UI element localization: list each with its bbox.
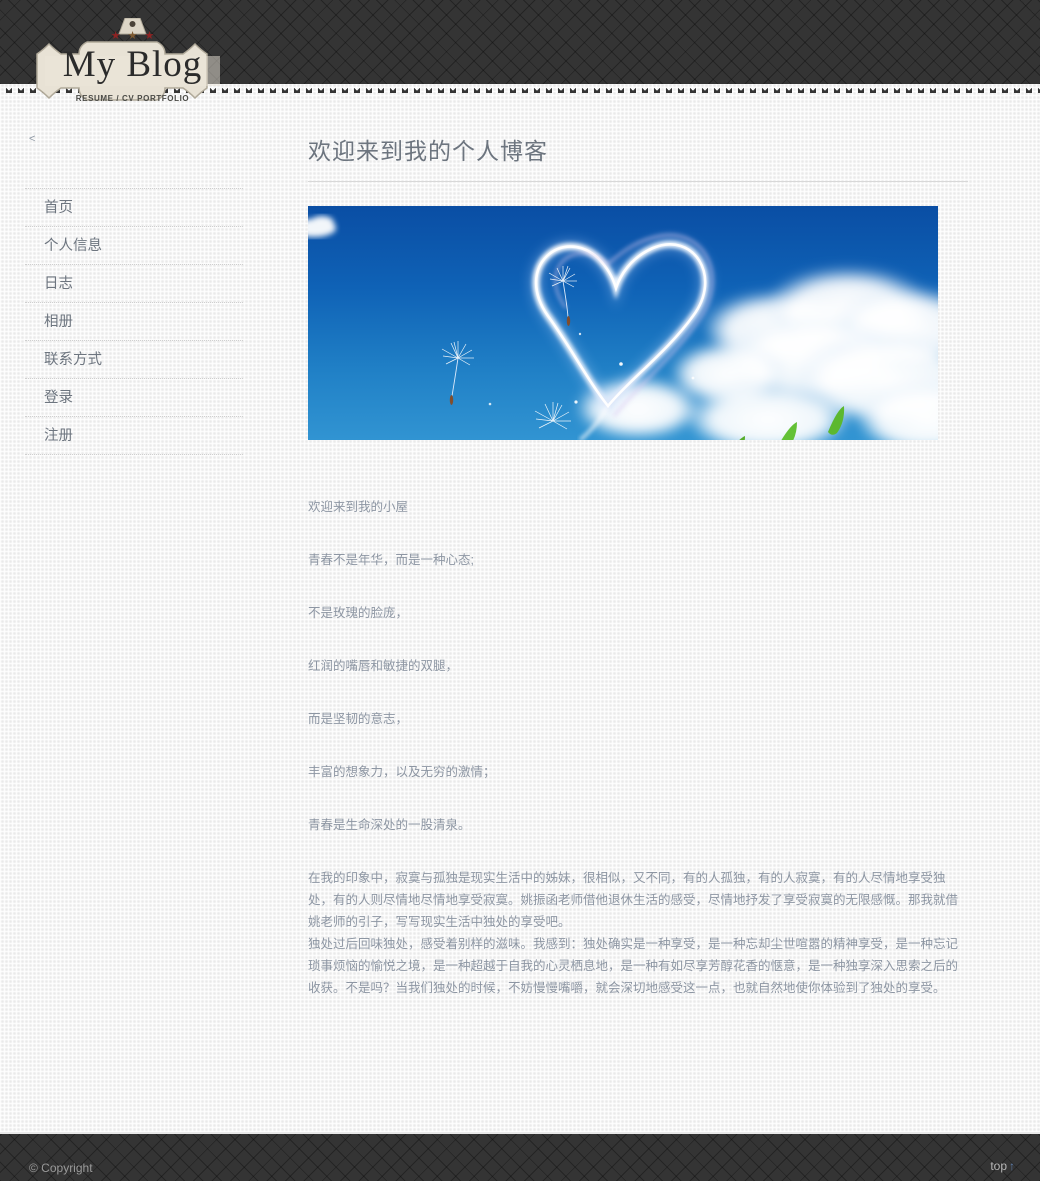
sidebar-item-album[interactable]: 相册	[25, 303, 243, 341]
sidebar-collapse-toggle[interactable]: <	[25, 132, 243, 148]
site-logo[interactable]: ★★★ My Blog RESUME / CV PORTFOLIO	[25, 18, 240, 113]
star-icon-right: ★	[144, 30, 162, 42]
sidebar-item-home[interactable]: 首页	[25, 189, 243, 227]
star-icon-left: ★	[110, 30, 128, 42]
back-to-top-label: top	[990, 1159, 1007, 1173]
article-body: 欢迎来到我的小屋 青春不是年华，而是一种心态; 不是玫瑰的脸庞， 红润的嘴唇和敏…	[308, 496, 968, 999]
footer-inner: © Copyright top ↑	[0, 1134, 1040, 1181]
sidebar-item-login[interactable]: 登录	[25, 379, 243, 417]
sidebar: < 首页 个人信息 日志 相册 联系方式 登录 注册	[25, 132, 243, 455]
article-paragraph: 欢迎来到我的小屋	[308, 500, 409, 514]
article-paragraph: 青春是生命深处的一股清泉。	[308, 818, 471, 832]
copyright-text: © Copyright	[29, 1161, 93, 1175]
arrow-up-icon: ↑	[1009, 1159, 1015, 1173]
page-body: < 首页 个人信息 日志 相册 联系方式 登录 注册 欢迎来到我的个人博客 欢迎…	[0, 84, 1040, 1132]
article-paragraph: 不是玫瑰的脸庞，	[308, 606, 409, 620]
logo-subtitle: RESUME / CV PORTFOLIO	[75, 94, 190, 103]
sidebar-item-profile[interactable]: 个人信息	[25, 227, 243, 265]
banner-image	[308, 206, 938, 440]
banner-artwork	[308, 206, 938, 440]
sidebar-nav: 首页 个人信息 日志 相册 联系方式 登录 注册	[25, 188, 243, 455]
site-header: ★★★ My Blog RESUME / CV PORTFOLIO	[0, 0, 1040, 103]
sidebar-item-contact[interactable]: 联系方式	[25, 341, 243, 379]
article-paragraph: 红润的嘴唇和敏捷的双腿，	[308, 659, 459, 673]
logo-title: My Blog	[62, 44, 203, 85]
sidebar-item-register[interactable]: 注册	[25, 417, 243, 455]
main-content: 欢迎来到我的个人博客 欢迎来到我的小屋 青春不是年华，而是一种心态; 不是玫瑰的…	[308, 132, 968, 999]
star-icon-middle: ★	[127, 30, 145, 42]
back-to-top-link[interactable]: top ↑	[990, 1159, 1015, 1173]
logo-stars: ★★★	[25, 31, 240, 42]
article-paragraph: 而是坚韧的意志，	[308, 712, 409, 726]
article-long-paragraph: 独处过后回味独处，感受着别样的滋味。我感到：独处确实是一种享受，是一种忘却尘世喧…	[308, 937, 959, 995]
article-long-paragraph: 在我的印象中，寂寞与孤独是现实生活中的姊妹，很相似，又不同，有的人孤独，有的人寂…	[308, 871, 959, 929]
sidebar-item-journal[interactable]: 日志	[25, 265, 243, 303]
site-footer: © Copyright top ↑	[0, 1132, 1040, 1181]
article-paragraph: 丰富的想象力，以及无穷的激情；	[308, 765, 496, 779]
article-paragraph: 青春不是年华，而是一种心态;	[308, 553, 474, 567]
page-title: 欢迎来到我的个人博客	[308, 132, 968, 182]
